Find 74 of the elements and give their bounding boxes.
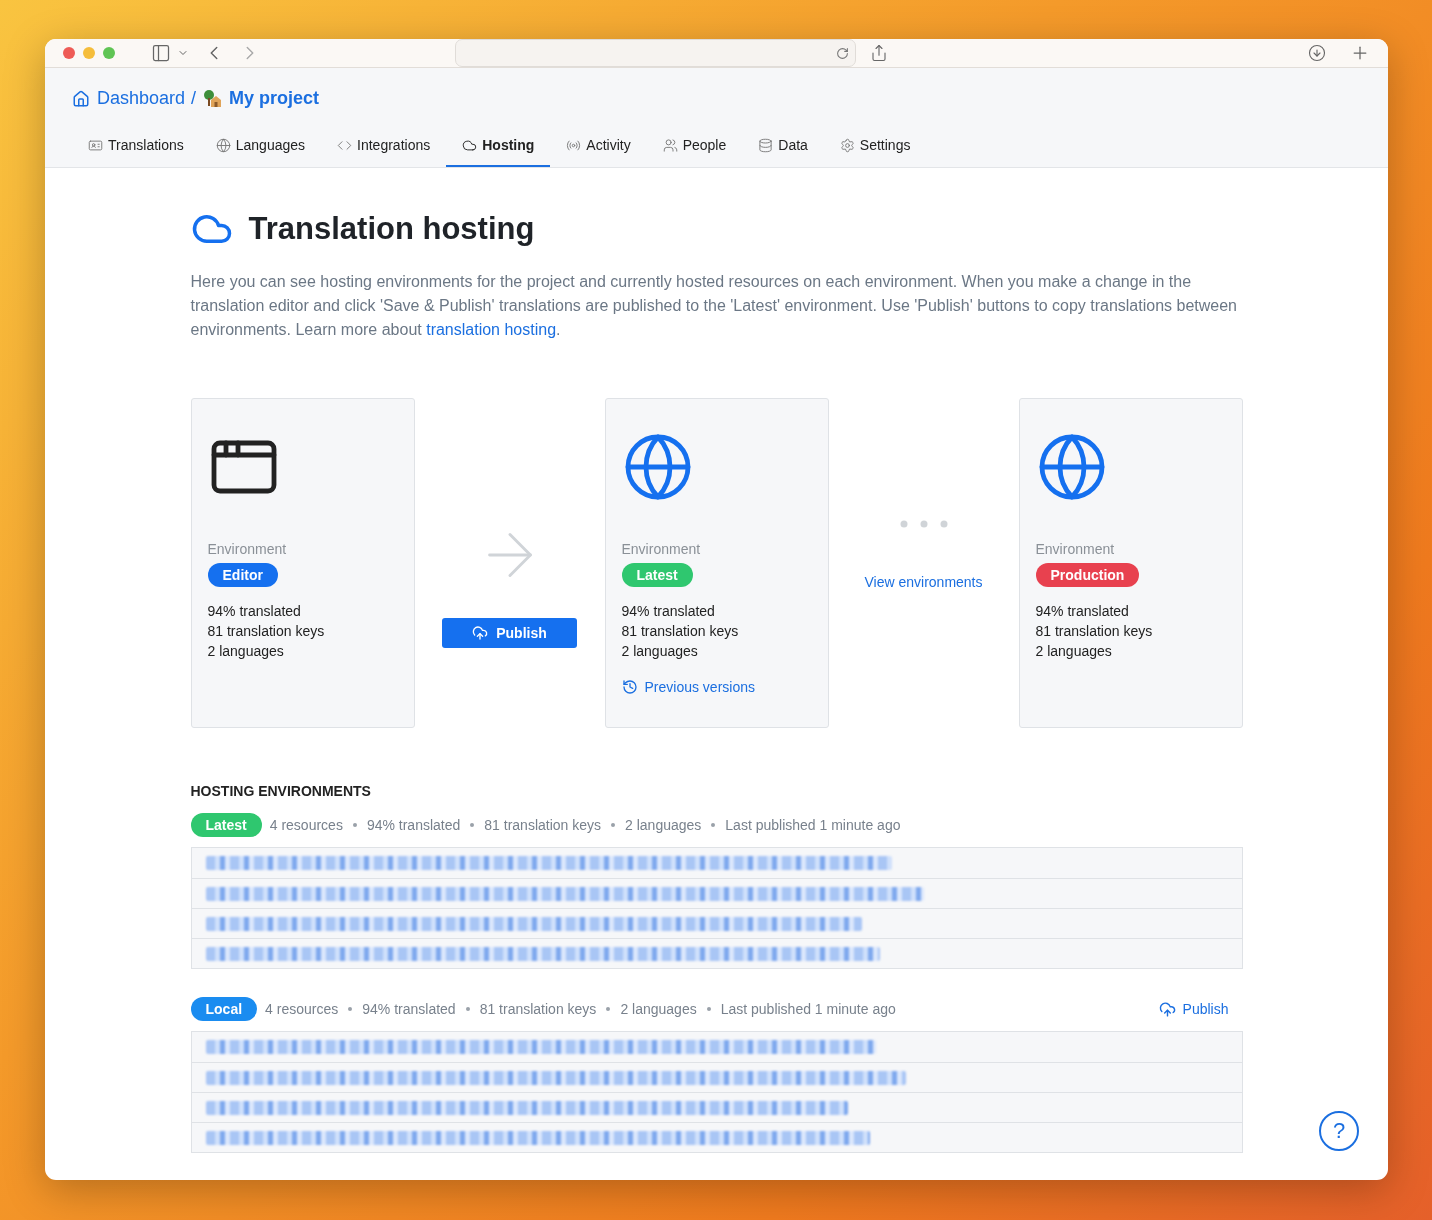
environment-stat: 94% translated — [207, 603, 302, 619]
house-tree-icon — [202, 88, 223, 109]
environment-caption: Environment — [1035, 541, 1116, 557]
environment-meta: 81 translation keys — [484, 817, 602, 833]
close-window-icon[interactable] — [63, 47, 75, 59]
bullet-separator-icon — [348, 1007, 353, 1011]
settings-icon — [839, 137, 855, 153]
database-icon — [758, 137, 774, 153]
bullet-separator-icon — [465, 1007, 470, 1011]
reload-icon[interactable] — [835, 46, 849, 60]
bullet-separator-icon — [352, 823, 357, 827]
people-icon — [662, 137, 678, 153]
nav-tab[interactable]: Translations — [72, 127, 200, 167]
nav-tab[interactable]: Activity — [550, 127, 647, 167]
sidebar-icon[interactable] — [151, 43, 171, 63]
environment-caption: Environment — [621, 541, 702, 557]
environment-meta: 4 resources — [265, 1001, 339, 1017]
environment-badge: Editor — [207, 563, 278, 587]
previous-versions-link[interactable]: Previous versions — [621, 679, 755, 695]
nav-tab[interactable]: People — [646, 127, 743, 167]
nav-tab[interactable]: Hosting — [446, 127, 551, 167]
environment-stat: 2 languages — [621, 643, 699, 659]
environment-stat: 2 languages — [1035, 643, 1113, 659]
environment-stat: 2 languages — [207, 643, 285, 659]
bullet-separator-icon — [606, 1007, 611, 1011]
view-environments-link[interactable]: View environments — [864, 574, 983, 590]
bullet-separator-icon — [470, 823, 475, 827]
environment-meta: 2 languages — [620, 1001, 697, 1017]
nav-tab[interactable]: Integrations — [321, 127, 447, 167]
share-icon[interactable] — [869, 44, 888, 62]
bullet-separator-icon — [611, 823, 616, 827]
intro-paragraph: Here you can see hosting environments for the project and currently hosted resources on each environment. When you make a change in the translation editor and click 'Save & Publish' translations are published to the 'Latest' environment. Use 'Publish' buttons to copy translations between environments. Learn more about translation hosting. — [190, 272, 1238, 340]
home-icon — [72, 89, 90, 108]
environment-meta: 81 translation keys — [479, 1001, 597, 1017]
breadcrumb-separator: / — [191, 88, 197, 109]
publish-link[interactable]: Publish — [1158, 1000, 1229, 1018]
help-button[interactable]: ? — [1319, 1111, 1359, 1151]
history-icon — [621, 679, 638, 695]
environment-badge: Latest — [621, 563, 693, 587]
cloud-upload-icon — [1158, 1000, 1176, 1018]
section-heading: HOSTING ENVIRONMENTS — [190, 783, 372, 799]
download-icon[interactable] — [1308, 44, 1326, 62]
environment-meta: Last published 1 minute ago — [720, 1001, 896, 1017]
environment-stat: 81 translation keys — [1035, 623, 1154, 639]
environment-stat: 94% translated — [1035, 603, 1130, 619]
environment-meta: 4 resources — [269, 817, 343, 833]
ellipsis-icon — [899, 520, 948, 528]
environment-meta: 94% translated — [362, 1001, 456, 1017]
cloud-upload-icon — [472, 625, 489, 641]
bullet-separator-icon — [706, 1007, 711, 1011]
id-card-icon — [88, 137, 103, 153]
nav-tab[interactable]: Languages — [199, 127, 322, 167]
environment-badge: Latest — [190, 813, 262, 837]
environment-badge: Production — [1035, 563, 1140, 587]
dashboard-link[interactable]: Dashboard — [72, 88, 186, 109]
environment-meta: 94% translated — [366, 817, 461, 833]
environment-meta: Last published 1 minute ago — [725, 817, 901, 833]
cloud-icon — [462, 137, 478, 153]
nav-tab[interactable]: Settings — [823, 127, 927, 167]
translation-hosting-link[interactable]: translation hosting — [426, 321, 557, 338]
environment-stat: 94% translated — [621, 603, 716, 619]
globe-icon — [215, 137, 231, 153]
environment-stat: 81 translation keys — [621, 623, 740, 639]
nav-tab[interactable]: Data — [742, 127, 824, 167]
environment-badge: Local — [190, 997, 258, 1021]
address-field[interactable] — [455, 39, 856, 67]
zoom-window-icon[interactable] — [103, 47, 115, 59]
publish-button[interactable]: Publish — [442, 618, 577, 648]
bullet-separator-icon — [711, 823, 716, 827]
environment-caption: Environment — [207, 541, 288, 557]
project-link[interactable]: My project — [202, 88, 320, 109]
page-title: Translation hosting — [190, 208, 1243, 250]
environment-stat: 81 translation keys — [207, 623, 326, 639]
environment-meta: 2 languages — [625, 817, 702, 833]
